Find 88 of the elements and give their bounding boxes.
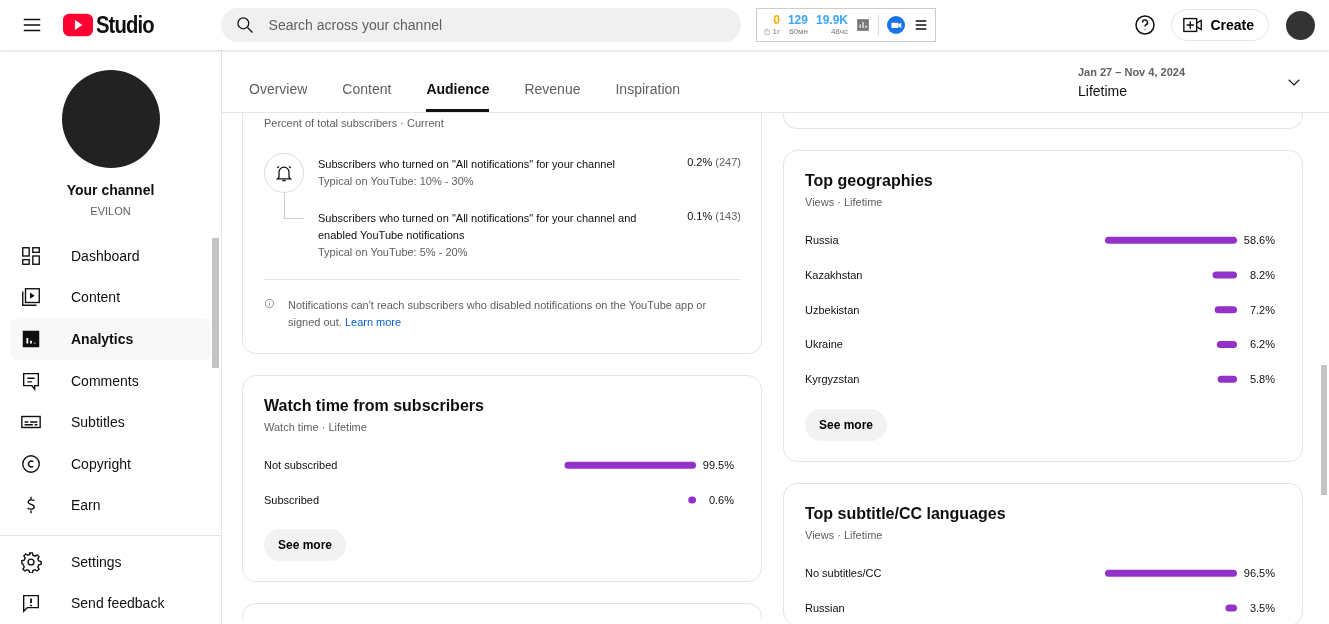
metric-count: (247)	[715, 156, 741, 168]
value-label: 7.2%	[1249, 303, 1275, 316]
chart-icon[interactable]	[856, 18, 870, 32]
category-label: Kyrgyzstan	[805, 373, 860, 386]
category-label: Russian	[805, 602, 845, 615]
card-subtitle: Views · Lifetime	[805, 196, 884, 208]
bar	[1225, 604, 1237, 612]
logo-text[interactable]: Studio	[96, 11, 154, 39]
sidebar-item[interactable]: Copyright	[10, 442, 211, 485]
search-field[interactable]: Search across your channel	[220, 8, 741, 42]
tab[interactable]: Overview	[249, 81, 308, 112]
metric-percent: 0.1%	[687, 210, 713, 222]
period-dropdown[interactable]: Lifetime	[1078, 82, 1185, 99]
menu-icon[interactable]	[913, 17, 929, 33]
scrollbar-thumb[interactable]	[212, 238, 219, 368]
metric-label: Subscribers who turned on "All notifications" for your channel and enabled YouTube notifications	[318, 211, 638, 243]
channel-title: Your channel	[66, 182, 155, 198]
channel-name: EVILON	[90, 205, 131, 217]
card-subtitle: Percent of total subscribers · Current	[264, 117, 445, 129]
bell-glyph-icon	[274, 163, 294, 183]
clock-icon	[762, 28, 771, 36]
value-label: 58.6%	[1243, 234, 1275, 247]
stat-label: 48чс	[830, 28, 848, 36]
card-title: Top subtitle/CC languages	[805, 504, 1007, 523]
learn-more-link[interactable]: Learn more	[344, 316, 402, 328]
sidebar-item[interactable]: Dashboard	[10, 235, 211, 277]
metric-count: (143)	[715, 210, 741, 222]
stat-value: 19.9K	[815, 14, 848, 26]
see-more-button[interactable]: See more	[264, 529, 347, 561]
category-label: Ukraine	[805, 338, 843, 351]
bar	[1217, 375, 1237, 383]
sidebar-item[interactable]: Earn	[10, 484, 211, 527]
category-label: Russia	[805, 234, 839, 247]
bar	[1214, 306, 1237, 314]
sidebar-item[interactable]: Subtitles	[10, 401, 211, 443]
see-more-button[interactable]: See more	[805, 409, 888, 441]
sidebar-item[interactable]: Comments	[10, 359, 211, 402]
create-button[interactable]: Create	[1171, 9, 1269, 41]
help-button[interactable]	[1133, 13, 1158, 37]
stat-label: 60мн	[789, 28, 808, 36]
bar	[1212, 271, 1237, 279]
category-label: Uzbekistan	[805, 303, 860, 316]
value-label: 5.8%	[1249, 373, 1275, 386]
value-label: 99.5%	[702, 459, 734, 472]
camera-badge-icon[interactable]	[887, 16, 905, 34]
copyright-icon	[20, 452, 42, 475]
stat-label: 1г	[772, 28, 780, 36]
dashboard-icon	[20, 244, 42, 267]
sidebar-item[interactable]: Send feedback	[10, 582, 211, 624]
sidebar-item[interactable]: Settings	[10, 540, 211, 583]
category-label: Subscribed	[264, 494, 320, 507]
avatar[interactable]	[1286, 10, 1315, 40]
settings-icon	[20, 550, 42, 573]
card-title: Watch time from subscribers	[264, 396, 485, 415]
typical-range: Typical on YouTube: 10% - 30%	[318, 174, 475, 189]
typical-range: Typical on YouTube: 5% - 20%	[318, 245, 469, 260]
metric-percent: 0.2%	[687, 156, 713, 168]
card-subtitle: Views · Lifetime	[805, 529, 884, 541]
value-label: 3.5%	[1249, 602, 1275, 615]
stat-value: 129	[787, 14, 808, 26]
video-icon	[20, 286, 42, 309]
tab[interactable]: Content	[342, 81, 392, 112]
card-title: Top geographies	[805, 171, 934, 190]
sidebar-item[interactable]: Analytics	[10, 318, 211, 360]
bar	[1216, 340, 1237, 348]
tab[interactable]: Inspiration	[615, 81, 681, 112]
value-label: 0.6%	[708, 494, 734, 507]
tab[interactable]: Revenue	[524, 81, 581, 112]
search-icon	[234, 15, 255, 35]
metric-label: Subscribers who turned on "All notifications" for your channel	[318, 157, 617, 172]
category-label: No subtitles/CC	[805, 567, 882, 580]
info-note: Notifications can't reach subscribers who disabled notifications on the YouTube app or signed out. Learn more	[288, 298, 708, 330]
category-label: Kazakhstan	[805, 269, 863, 282]
connector-line	[284, 193, 304, 219]
scrollbar-thumb[interactable]	[1321, 365, 1327, 495]
bar	[688, 496, 696, 504]
date-range: Jan 27 – Nov 4, 2024	[1078, 65, 1185, 78]
card-subtitle: Watch time · Lifetime	[264, 421, 368, 433]
value-label: 96.5%	[1243, 567, 1275, 580]
value-label: 6.2%	[1249, 338, 1275, 351]
help-icon	[1133, 13, 1158, 37]
stat-value: 0	[773, 14, 780, 26]
sidebar-item[interactable]: Content	[10, 276, 211, 319]
category-label: Not subscribed	[264, 459, 338, 472]
info-icon	[264, 297, 275, 310]
analytics-icon	[20, 328, 42, 350]
value-label: 8.2%	[1249, 269, 1275, 282]
feedback-icon	[20, 592, 42, 615]
